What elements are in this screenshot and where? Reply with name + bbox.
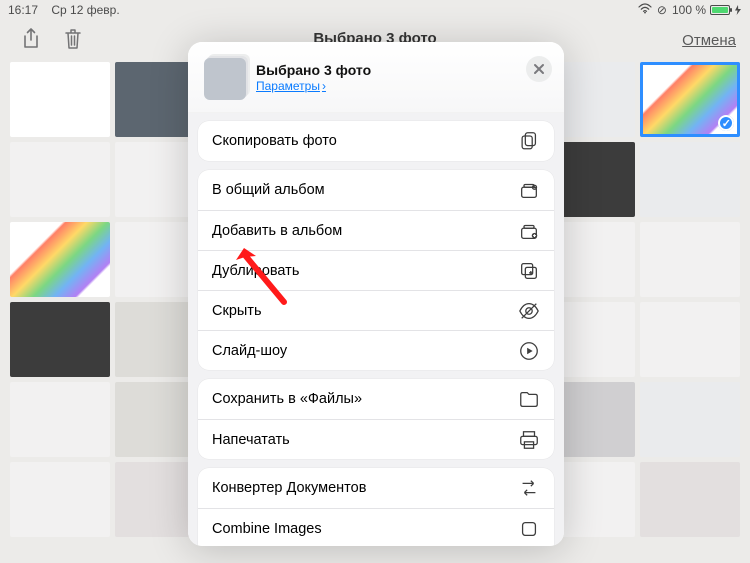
action-добавить-в-альбом[interactable]: Добавить в альбом bbox=[198, 210, 554, 250]
action-скопировать-фото[interactable]: Скопировать фото bbox=[198, 121, 554, 161]
hide-icon bbox=[518, 300, 540, 322]
action-слайд-шоу[interactable]: Слайд-шоу bbox=[198, 330, 554, 370]
action-дублировать[interactable]: Дублировать bbox=[198, 250, 554, 290]
action-label: Конвертер Документов bbox=[212, 480, 366, 496]
play-circle-icon bbox=[518, 340, 540, 362]
action-конвертер-документов[interactable]: Конвертер Документов bbox=[198, 468, 554, 508]
action-combine-images[interactable]: Combine Images bbox=[198, 508, 554, 546]
action-label: В общий альбом bbox=[212, 182, 325, 198]
action-label: Combine Images bbox=[212, 521, 322, 537]
duplicate-icon bbox=[518, 260, 540, 282]
sheet-header: Выбрано 3 фото Параметры› bbox=[188, 42, 564, 113]
action-label: Дублировать bbox=[212, 263, 299, 279]
action-сохранить-в-файлы-[interactable]: Сохранить в «Файлы» bbox=[198, 379, 554, 419]
action-label: Напечатать bbox=[212, 432, 290, 448]
action-label: Сохранить в «Файлы» bbox=[212, 391, 362, 407]
action-label: Добавить в альбом bbox=[212, 223, 342, 239]
action-скрыть[interactable]: Скрыть bbox=[198, 290, 554, 330]
action-напечатать[interactable]: Напечатать bbox=[198, 419, 554, 459]
options-link[interactable]: Параметры› bbox=[256, 79, 371, 94]
convert-icon bbox=[518, 477, 540, 499]
shared-album-icon bbox=[518, 179, 540, 201]
action-в-общий-альбом[interactable]: В общий альбом bbox=[198, 170, 554, 210]
square-icon bbox=[518, 518, 540, 540]
sheet-title: Выбрано 3 фото bbox=[256, 62, 371, 80]
preview-thumb-icon bbox=[204, 58, 246, 100]
action-list: Скопировать фото В общий альбом Добавить в… bbox=[188, 113, 564, 546]
action-label: Скопировать фото bbox=[212, 133, 337, 149]
share-sheet: Выбрано 3 фото Параметры› Скопировать фо… bbox=[188, 42, 564, 546]
add-album-icon bbox=[518, 220, 540, 242]
copy-icon bbox=[518, 130, 540, 152]
action-label: Скрыть bbox=[212, 303, 262, 319]
action-label: Слайд-шоу bbox=[212, 343, 287, 359]
printer-icon bbox=[518, 429, 540, 451]
folder-icon bbox=[518, 388, 540, 410]
close-button[interactable] bbox=[526, 56, 552, 82]
